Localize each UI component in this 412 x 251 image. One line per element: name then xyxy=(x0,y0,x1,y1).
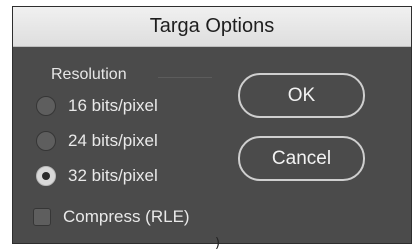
dialog-title: Targa Options xyxy=(149,15,275,37)
radio-label-32-bits: 32 bits/pixel xyxy=(68,166,158,185)
radio-24-bits[interactable]: 24 bits/pixel xyxy=(36,128,158,154)
cursor-mark-icon: ) xyxy=(215,236,221,251)
compress-rle-option[interactable]: Compress (RLE) xyxy=(33,205,190,229)
radio-dot-icon xyxy=(42,172,50,180)
compress-rle-label: Compress (RLE) xyxy=(63,207,190,226)
resolution-group-label: Resolution xyxy=(51,66,127,83)
ok-button[interactable]: OK xyxy=(238,73,365,118)
radio-button-icon[interactable] xyxy=(36,96,56,116)
radio-button-selected-icon[interactable] xyxy=(36,166,56,186)
checkbox-icon[interactable] xyxy=(33,208,51,226)
radio-16-bits[interactable]: 16 bits/pixel xyxy=(36,93,158,119)
radio-button-icon[interactable] xyxy=(36,131,56,151)
group-divider xyxy=(158,77,212,78)
title-bar[interactable]: Targa Options xyxy=(13,7,411,47)
targa-options-dialog: Targa Options Resolution 16 bits/pixel 2… xyxy=(12,6,412,244)
radio-label-24-bits: 24 bits/pixel xyxy=(68,131,158,150)
radio-label-16-bits: 16 bits/pixel xyxy=(68,96,158,115)
radio-32-bits[interactable]: 32 bits/pixel xyxy=(36,163,158,189)
cancel-button[interactable]: Cancel xyxy=(238,136,365,181)
